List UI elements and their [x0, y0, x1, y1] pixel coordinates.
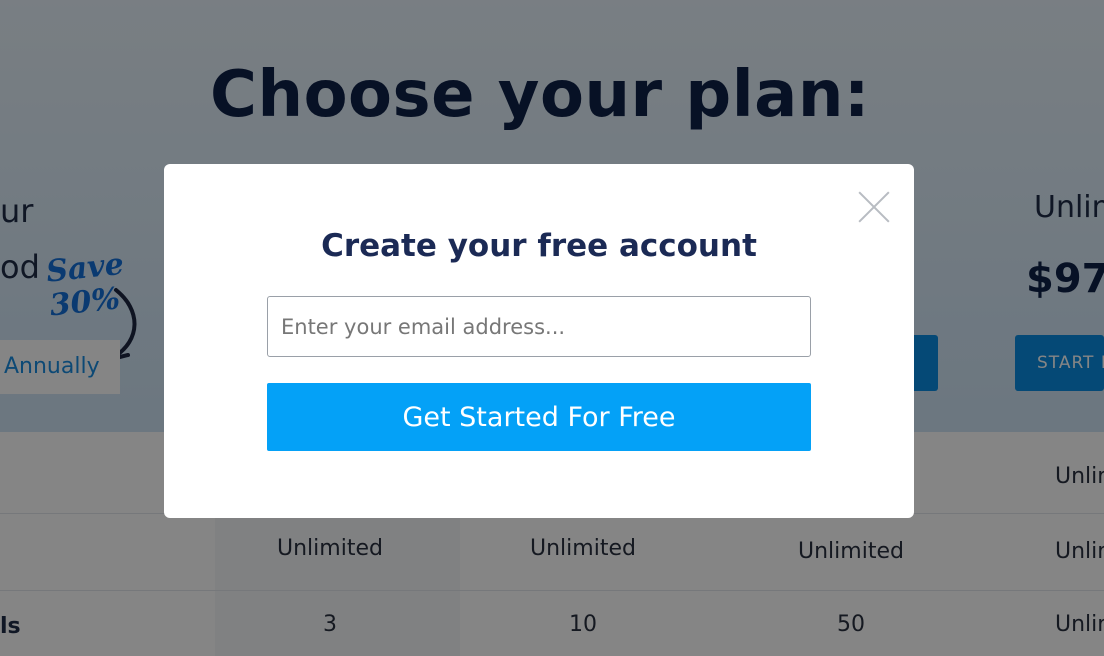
email-input[interactable]	[267, 296, 811, 357]
signup-modal: Create your free account Get Started For…	[164, 164, 914, 518]
modal-title: Create your free account	[321, 228, 757, 264]
get-started-button[interactable]: Get Started For Free	[267, 383, 811, 451]
close-icon[interactable]	[858, 190, 890, 223]
